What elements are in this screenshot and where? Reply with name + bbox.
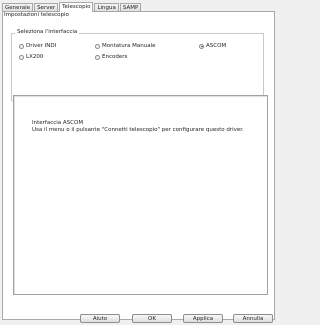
apply-button[interactable]: Applica: [183, 314, 223, 323]
panel-title: Impostazioni telescopio: [4, 12, 69, 18]
radio-driver-indi[interactable]: Driver INDI: [19, 43, 56, 49]
description-body: Usa il menu o il pulsante "Connetti tele…: [32, 127, 244, 133]
description-heading: Interfaccia ASCOM: [32, 120, 84, 126]
radio-encoders[interactable]: Encoders: [95, 54, 127, 60]
radio-indicator-selected: [199, 43, 204, 49]
description-text: Interfaccia ASCOM Usa il menu o il pulsa…: [32, 120, 262, 134]
radio-indicator: [19, 43, 24, 49]
tab-telescopio[interactable]: Telescopio: [59, 2, 94, 12]
radio-montatura-manuale[interactable]: Montatura Manuale: [95, 43, 156, 49]
interface-group-title: Seleziona l'interfaccia: [15, 29, 80, 35]
radio-label: Encoders: [102, 54, 128, 60]
cancel-button[interactable]: Annulla: [233, 314, 273, 323]
radio-label: ASCOM: [206, 43, 227, 49]
radio-ascom[interactable]: ASCOM: [199, 43, 226, 49]
radio-label: LX200: [26, 54, 44, 60]
dialog-buttons: Aiuto OK Applica Annulla: [0, 314, 281, 325]
help-button[interactable]: Aiuto: [80, 314, 120, 323]
radio-indicator: [95, 43, 100, 49]
interface-description-box: Interfaccia ASCOM Usa il menu o il pulsa…: [13, 95, 268, 295]
radio-label: Driver INDI: [26, 43, 57, 49]
radio-indicator: [19, 54, 24, 60]
radio-indicator: [95, 54, 100, 60]
radio-label: Montatura Manuale: [102, 43, 156, 49]
interface-group: Seleziona l'interfaccia Driver INDI Mont…: [11, 29, 264, 101]
radio-lx200[interactable]: LX200: [19, 54, 43, 60]
ok-button[interactable]: OK: [132, 314, 172, 323]
